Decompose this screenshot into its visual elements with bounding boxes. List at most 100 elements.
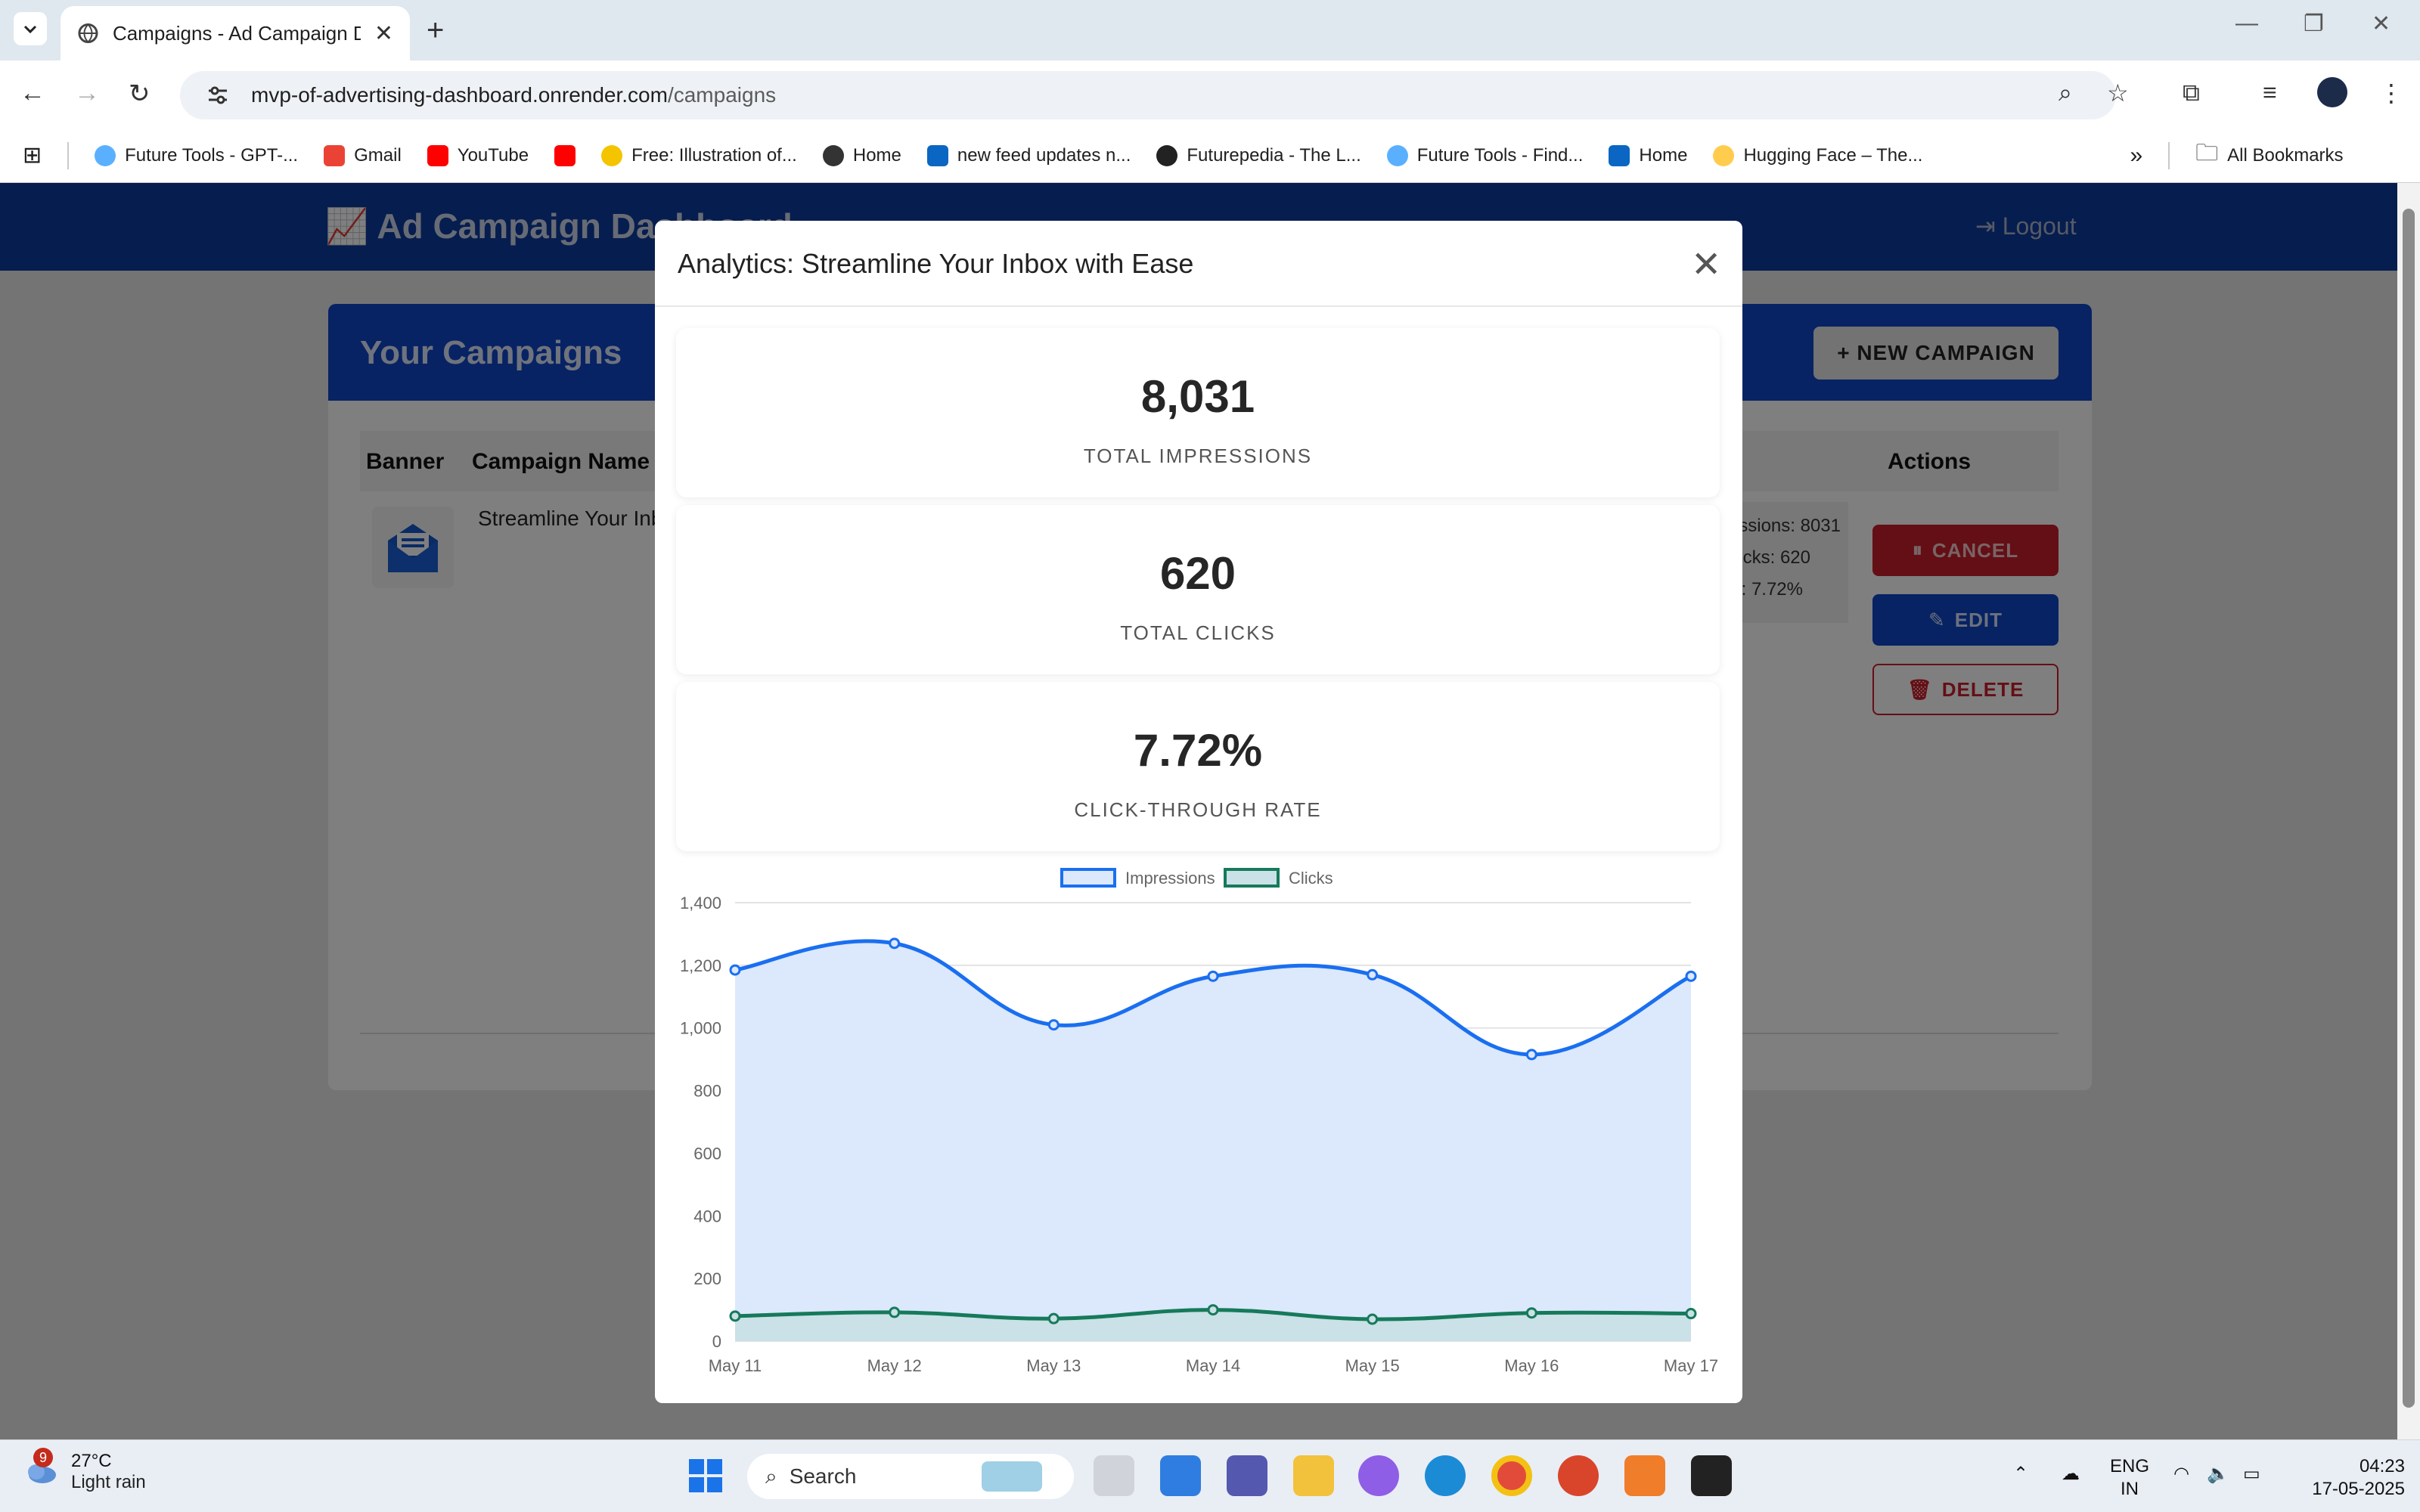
store-icon[interactable] [1160, 1455, 1201, 1496]
wifi-icon[interactable]: ◠ [2173, 1463, 2189, 1486]
bookmark-item[interactable]: Gmail [324, 144, 402, 166]
bookmark-item[interactable]: new feed updates n... [926, 144, 1131, 166]
bookmark-item[interactable]: Free: Illustration of... [601, 144, 797, 166]
data-point [1207, 1304, 1219, 1316]
taskbar-search[interactable]: ⌕ Search [747, 1454, 1074, 1499]
stat-value: 8,031 [1140, 371, 1255, 422]
bookmark-item[interactable]: Home [1609, 144, 1687, 166]
chevron-up-icon[interactable]: ⌃ [2013, 1463, 2028, 1486]
data-point [1525, 1049, 1537, 1061]
y-tick-label: 800 [693, 1082, 721, 1101]
apps-grid-icon[interactable]: ⊞ [23, 142, 42, 169]
data-point [1367, 1313, 1379, 1325]
analytics-modal: Analytics: Streamline Your Inbox with Ea… [655, 221, 1742, 1403]
bookmark-item[interactable] [554, 144, 576, 166]
close-icon[interactable]: ✕ [1691, 243, 1721, 286]
scrollbar-thumb[interactable] [2403, 209, 2415, 1408]
data-point [1685, 1308, 1697, 1320]
tab-close-icon[interactable]: ✕ [374, 20, 393, 47]
restore-icon[interactable]: ❐ [2304, 11, 2324, 37]
file-explorer-icon[interactable] [1293, 1455, 1334, 1496]
tab-search-button[interactable] [14, 12, 47, 45]
minimize-icon[interactable]: — [2235, 11, 2258, 36]
linkedin-icon [1609, 144, 1630, 166]
start-button[interactable] [685, 1455, 726, 1496]
chrome-icon[interactable] [1491, 1455, 1532, 1496]
weather-widget[interactable]: 9 27°C Light rain [23, 1448, 146, 1493]
url-path: /campaigns [667, 83, 777, 107]
legend-label: Clicks [1289, 869, 1333, 888]
new-tab-button[interactable]: + [427, 14, 444, 48]
stat-card-impressions: 8,031 TOTAL IMPRESSIONS [676, 328, 1720, 497]
youtube-icon [554, 144, 576, 166]
volume-icon[interactable]: 🔈 [2207, 1463, 2229, 1486]
menu-kebab-icon[interactable]: ⋮ [2379, 79, 2403, 107]
folder-icon: 🗀 [2195, 141, 2219, 166]
x-tick-label: May 13 [1026, 1356, 1081, 1375]
url-host: mvp-of-advertising-dashboard.onrender.co… [251, 83, 668, 107]
data-point [889, 937, 901, 950]
task-view-icon[interactable] [1094, 1455, 1134, 1496]
back-icon[interactable]: ← [20, 79, 45, 108]
bookmark-star-icon[interactable]: ☆ [2107, 79, 2129, 107]
y-tick-label: 1,200 [680, 956, 721, 975]
profile-avatar[interactable] [2317, 77, 2347, 107]
legend-label: Impressions [1125, 869, 1215, 888]
site-settings-icon[interactable] [204, 82, 231, 109]
x-tick-label: May 15 [1345, 1356, 1400, 1375]
browser-tab-active[interactable]: Campaigns - Ad Campaign Das ✕ [60, 6, 410, 60]
x-tick-label: May 14 [1186, 1356, 1240, 1375]
y-tick-label: 200 [693, 1269, 721, 1288]
more-bookmarks-icon[interactable]: » [2130, 143, 2142, 169]
stat-value: 620 [1159, 548, 1236, 599]
page-scrollbar[interactable] [2397, 183, 2420, 1439]
weather-badge: 9 [33, 1448, 53, 1467]
reload-icon[interactable]: ↻ [129, 79, 150, 109]
modal-header: Analytics: Streamline Your Inbox with Ea… [655, 221, 1742, 307]
edge-icon[interactable] [1425, 1455, 1466, 1496]
extensions-icon[interactable]: ⧉ [2183, 79, 2200, 107]
zoom-icon[interactable]: ⌕ [2059, 79, 2072, 107]
bookmark-item[interactable]: Hugging Face – The... [1713, 144, 1922, 166]
x-tick-label: May 16 [1504, 1356, 1559, 1375]
search-icon: ⌕ [765, 1464, 777, 1488]
data-point [1367, 968, 1379, 981]
analytics-chart: 0 200 400 600 800 1,000 1,200 1,400 May 11 May 12… [655, 856, 1742, 1403]
illustration-icon [601, 144, 623, 166]
bookmark-item[interactable]: YouTube [427, 144, 529, 166]
bookmarks-bar: ⊞ Future Tools - GPT-... Gmail YouTube F… [0, 129, 2420, 183]
app-icon[interactable] [1624, 1455, 1665, 1496]
bookmark-item[interactable]: Future Tools - Find... [1386, 144, 1583, 166]
bookmark-item[interactable]: Futurepedia - The L... [1156, 144, 1361, 166]
bookmark-favicon [95, 144, 116, 166]
y-tick-label: 1,000 [680, 1019, 721, 1038]
forward-icon[interactable]: → [74, 79, 100, 108]
battery-icon[interactable]: ▭ [2243, 1463, 2260, 1486]
x-tick-label: May 17 [1664, 1356, 1718, 1375]
stat-label: CLICK-THROUGH RATE [1074, 798, 1322, 821]
all-bookmarks-button[interactable]: 🗀 All Bookmarks [2195, 136, 2343, 175]
app-icon[interactable] [1691, 1455, 1732, 1496]
url-field[interactable]: mvp-of-advertising-dashboard.onrender.co… [180, 71, 2116, 119]
close-window-icon[interactable]: ✕ [2372, 11, 2391, 37]
legend-swatch [1224, 868, 1280, 888]
language-indicator[interactable]: ENG IN [2110, 1455, 2149, 1501]
linkedin-icon [926, 144, 948, 166]
onedrive-icon[interactable]: ☁ [2062, 1463, 2080, 1486]
globe-icon [78, 23, 98, 44]
tab-title: Campaigns - Ad Campaign Das [112, 21, 361, 45]
bookmarks-divider [2168, 141, 2170, 169]
data-point [1047, 1312, 1060, 1325]
data-point [1207, 970, 1219, 982]
bookmarks-divider [67, 141, 70, 169]
bookmark-item[interactable]: Home [822, 144, 901, 166]
youtube-icon [427, 144, 448, 166]
stat-label: TOTAL IMPRESSIONS [1083, 445, 1313, 467]
media-controls-icon[interactable]: ≡ [2263, 79, 2277, 107]
clock[interactable]: 04:23 17-05-2025 [2291, 1455, 2405, 1501]
copilot-icon[interactable] [1358, 1455, 1399, 1496]
data-point [729, 964, 741, 976]
teams-icon[interactable] [1227, 1455, 1267, 1496]
bookmark-item[interactable]: Future Tools - GPT-... [95, 144, 298, 166]
app-icon[interactable] [1558, 1455, 1599, 1496]
